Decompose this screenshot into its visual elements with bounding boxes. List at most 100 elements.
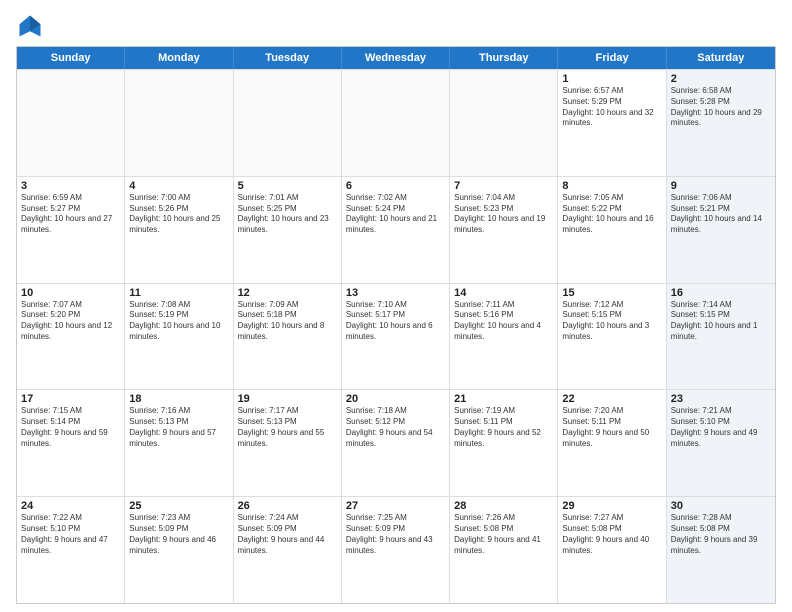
day-info: Sunrise: 7:10 AM Sunset: 5:17 PM Dayligh… <box>346 300 445 343</box>
day-info: Sunrise: 7:07 AM Sunset: 5:20 PM Dayligh… <box>21 300 120 343</box>
calendar-cell: 12Sunrise: 7:09 AM Sunset: 5:18 PM Dayli… <box>234 284 342 390</box>
calendar-cell: 27Sunrise: 7:25 AM Sunset: 5:09 PM Dayli… <box>342 497 450 603</box>
calendar-cell: 2Sunrise: 6:58 AM Sunset: 5:28 PM Daylig… <box>667 70 775 176</box>
day-info: Sunrise: 7:19 AM Sunset: 5:11 PM Dayligh… <box>454 406 553 449</box>
calendar-cell: 17Sunrise: 7:15 AM Sunset: 5:14 PM Dayli… <box>17 390 125 496</box>
calendar-cell: 23Sunrise: 7:21 AM Sunset: 5:10 PM Dayli… <box>667 390 775 496</box>
calendar-header: SundayMondayTuesdayWednesdayThursdayFrid… <box>17 47 775 69</box>
day-number: 14 <box>454 287 553 299</box>
day-number: 7 <box>454 180 553 192</box>
calendar-cell: 1Sunrise: 6:57 AM Sunset: 5:29 PM Daylig… <box>558 70 666 176</box>
calendar-cell: 7Sunrise: 7:04 AM Sunset: 5:23 PM Daylig… <box>450 177 558 283</box>
day-info: Sunrise: 7:04 AM Sunset: 5:23 PM Dayligh… <box>454 193 553 236</box>
day-info: Sunrise: 6:59 AM Sunset: 5:27 PM Dayligh… <box>21 193 120 236</box>
calendar-row: 24Sunrise: 7:22 AM Sunset: 5:10 PM Dayli… <box>17 496 775 603</box>
calendar-cell: 4Sunrise: 7:00 AM Sunset: 5:26 PM Daylig… <box>125 177 233 283</box>
day-info: Sunrise: 7:26 AM Sunset: 5:08 PM Dayligh… <box>454 513 553 556</box>
header-day: Monday <box>125 47 233 69</box>
header <box>16 12 776 40</box>
calendar-cell <box>342 70 450 176</box>
day-number: 8 <box>562 180 661 192</box>
day-number: 27 <box>346 500 445 512</box>
calendar-cell: 8Sunrise: 7:05 AM Sunset: 5:22 PM Daylig… <box>558 177 666 283</box>
day-number: 17 <box>21 393 120 405</box>
day-info: Sunrise: 7:21 AM Sunset: 5:10 PM Dayligh… <box>671 406 771 449</box>
header-day: Friday <box>558 47 666 69</box>
header-day: Wednesday <box>342 47 450 69</box>
calendar-cell: 13Sunrise: 7:10 AM Sunset: 5:17 PM Dayli… <box>342 284 450 390</box>
day-number: 5 <box>238 180 337 192</box>
header-day: Tuesday <box>234 47 342 69</box>
day-info: Sunrise: 7:12 AM Sunset: 5:15 PM Dayligh… <box>562 300 661 343</box>
day-number: 25 <box>129 500 228 512</box>
calendar-row: 3Sunrise: 6:59 AM Sunset: 5:27 PM Daylig… <box>17 176 775 283</box>
day-info: Sunrise: 7:25 AM Sunset: 5:09 PM Dayligh… <box>346 513 445 556</box>
calendar-cell: 6Sunrise: 7:02 AM Sunset: 5:24 PM Daylig… <box>342 177 450 283</box>
calendar-cell <box>125 70 233 176</box>
calendar-cell: 25Sunrise: 7:23 AM Sunset: 5:09 PM Dayli… <box>125 497 233 603</box>
day-number: 12 <box>238 287 337 299</box>
calendar-cell: 9Sunrise: 7:06 AM Sunset: 5:21 PM Daylig… <box>667 177 775 283</box>
day-info: Sunrise: 7:11 AM Sunset: 5:16 PM Dayligh… <box>454 300 553 343</box>
calendar-cell <box>234 70 342 176</box>
calendar-row: 17Sunrise: 7:15 AM Sunset: 5:14 PM Dayli… <box>17 389 775 496</box>
day-info: Sunrise: 7:14 AM Sunset: 5:15 PM Dayligh… <box>671 300 771 343</box>
calendar-body: 1Sunrise: 6:57 AM Sunset: 5:29 PM Daylig… <box>17 69 775 603</box>
day-number: 19 <box>238 393 337 405</box>
day-info: Sunrise: 7:17 AM Sunset: 5:13 PM Dayligh… <box>238 406 337 449</box>
calendar-cell: 28Sunrise: 7:26 AM Sunset: 5:08 PM Dayli… <box>450 497 558 603</box>
day-number: 24 <box>21 500 120 512</box>
calendar-cell: 24Sunrise: 7:22 AM Sunset: 5:10 PM Dayli… <box>17 497 125 603</box>
calendar-cell <box>450 70 558 176</box>
day-info: Sunrise: 7:08 AM Sunset: 5:19 PM Dayligh… <box>129 300 228 343</box>
day-info: Sunrise: 7:15 AM Sunset: 5:14 PM Dayligh… <box>21 406 120 449</box>
calendar-cell: 15Sunrise: 7:12 AM Sunset: 5:15 PM Dayli… <box>558 284 666 390</box>
calendar-cell: 22Sunrise: 7:20 AM Sunset: 5:11 PM Dayli… <box>558 390 666 496</box>
day-number: 4 <box>129 180 228 192</box>
day-info: Sunrise: 7:22 AM Sunset: 5:10 PM Dayligh… <box>21 513 120 556</box>
calendar-cell: 18Sunrise: 7:16 AM Sunset: 5:13 PM Dayli… <box>125 390 233 496</box>
day-number: 18 <box>129 393 228 405</box>
day-number: 1 <box>562 73 661 85</box>
calendar-cell: 21Sunrise: 7:19 AM Sunset: 5:11 PM Dayli… <box>450 390 558 496</box>
calendar-cell: 3Sunrise: 6:59 AM Sunset: 5:27 PM Daylig… <box>17 177 125 283</box>
day-number: 15 <box>562 287 661 299</box>
day-number: 23 <box>671 393 771 405</box>
day-info: Sunrise: 7:02 AM Sunset: 5:24 PM Dayligh… <box>346 193 445 236</box>
day-number: 28 <box>454 500 553 512</box>
header-day: Sunday <box>17 47 125 69</box>
calendar-cell: 5Sunrise: 7:01 AM Sunset: 5:25 PM Daylig… <box>234 177 342 283</box>
day-info: Sunrise: 7:09 AM Sunset: 5:18 PM Dayligh… <box>238 300 337 343</box>
day-number: 6 <box>346 180 445 192</box>
day-info: Sunrise: 7:24 AM Sunset: 5:09 PM Dayligh… <box>238 513 337 556</box>
day-info: Sunrise: 7:16 AM Sunset: 5:13 PM Dayligh… <box>129 406 228 449</box>
day-number: 9 <box>671 180 771 192</box>
calendar: SundayMondayTuesdayWednesdayThursdayFrid… <box>16 46 776 604</box>
day-number: 3 <box>21 180 120 192</box>
day-info: Sunrise: 7:27 AM Sunset: 5:08 PM Dayligh… <box>562 513 661 556</box>
day-number: 10 <box>21 287 120 299</box>
day-info: Sunrise: 7:05 AM Sunset: 5:22 PM Dayligh… <box>562 193 661 236</box>
calendar-cell: 10Sunrise: 7:07 AM Sunset: 5:20 PM Dayli… <box>17 284 125 390</box>
calendar-cell: 19Sunrise: 7:17 AM Sunset: 5:13 PM Dayli… <box>234 390 342 496</box>
page: SundayMondayTuesdayWednesdayThursdayFrid… <box>0 0 792 612</box>
day-number: 29 <box>562 500 661 512</box>
calendar-cell: 14Sunrise: 7:11 AM Sunset: 5:16 PM Dayli… <box>450 284 558 390</box>
calendar-cell: 29Sunrise: 7:27 AM Sunset: 5:08 PM Dayli… <box>558 497 666 603</box>
day-number: 20 <box>346 393 445 405</box>
day-number: 16 <box>671 287 771 299</box>
calendar-cell: 20Sunrise: 7:18 AM Sunset: 5:12 PM Dayli… <box>342 390 450 496</box>
logo-icon <box>16 12 44 40</box>
day-info: Sunrise: 6:57 AM Sunset: 5:29 PM Dayligh… <box>562 86 661 129</box>
day-info: Sunrise: 7:20 AM Sunset: 5:11 PM Dayligh… <box>562 406 661 449</box>
day-info: Sunrise: 7:01 AM Sunset: 5:25 PM Dayligh… <box>238 193 337 236</box>
day-number: 30 <box>671 500 771 512</box>
day-number: 22 <box>562 393 661 405</box>
day-info: Sunrise: 7:28 AM Sunset: 5:08 PM Dayligh… <box>671 513 771 556</box>
day-info: Sunrise: 7:18 AM Sunset: 5:12 PM Dayligh… <box>346 406 445 449</box>
day-number: 11 <box>129 287 228 299</box>
calendar-row: 10Sunrise: 7:07 AM Sunset: 5:20 PM Dayli… <box>17 283 775 390</box>
calendar-cell: 16Sunrise: 7:14 AM Sunset: 5:15 PM Dayli… <box>667 284 775 390</box>
day-info: Sunrise: 7:00 AM Sunset: 5:26 PM Dayligh… <box>129 193 228 236</box>
logo <box>16 12 48 40</box>
